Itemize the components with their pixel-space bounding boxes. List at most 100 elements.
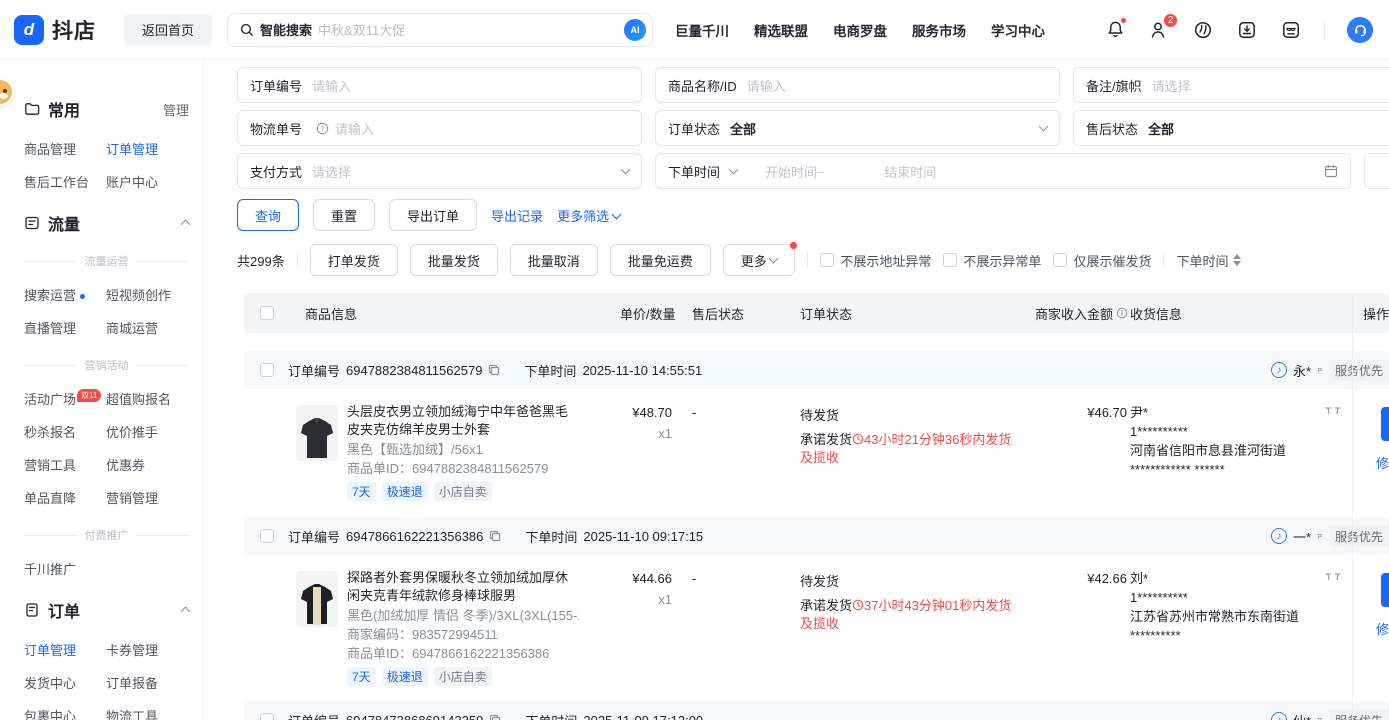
query-button[interactable]: 查询 bbox=[237, 199, 299, 231]
sidebar-item-card-coupon[interactable]: 卡券管理 bbox=[106, 640, 189, 659]
pay-method-select[interactable]: 支付方式请选择 bbox=[237, 153, 642, 189]
copy-icon[interactable] bbox=[489, 530, 501, 542]
reset-button[interactable]: 重置 bbox=[313, 199, 375, 231]
product-name-input[interactable]: 商品名称/ID请输入 bbox=[655, 67, 1060, 103]
only-urge-ship-checkbox[interactable]: 仅展示催发货 bbox=[1053, 251, 1151, 270]
order-checkbox[interactable] bbox=[260, 713, 274, 720]
nav-learn[interactable]: 学习中心 bbox=[991, 20, 1045, 40]
sidebar-item-mall-ops[interactable]: 商城运营 bbox=[106, 318, 189, 337]
tracking-no-input[interactable]: 物流单号 ? 请输入 bbox=[237, 110, 642, 146]
contacts-icon[interactable]: 2 bbox=[1148, 19, 1170, 41]
modify-address-link[interactable]: 修 bbox=[1376, 453, 1389, 472]
sidebar-item-marketing-tools[interactable]: 营销工具 bbox=[24, 455, 106, 474]
sidebar-item-logistics-tools[interactable]: 物流工具 bbox=[106, 706, 189, 720]
remark-flag-select[interactable]: 备注/旗帜请选择 bbox=[1073, 67, 1389, 103]
sidebar-item-price-promoter[interactable]: 优价推手 bbox=[106, 422, 189, 441]
unit-price: ¥44.66 bbox=[620, 571, 672, 586]
manage-link[interactable]: 管理 bbox=[163, 100, 189, 119]
buyer-name[interactable]: 永* bbox=[1293, 361, 1311, 380]
more-filters-link[interactable]: 更多筛选 bbox=[557, 206, 620, 225]
sidebar-item-single-discount[interactable]: 单品直降 bbox=[24, 488, 106, 507]
brand-logo[interactable]: d 抖店 bbox=[14, 15, 96, 45]
nav-luopan[interactable]: 电商罗盘 bbox=[833, 20, 887, 40]
order-status-select[interactable]: 订单状态全部 bbox=[655, 110, 1060, 146]
flag-icon[interactable] bbox=[1317, 530, 1323, 543]
copy-icon[interactable] bbox=[489, 714, 501, 720]
folder-icon bbox=[24, 101, 40, 117]
col-aftersale: 售后状态 bbox=[692, 293, 744, 333]
ai-search-button[interactable]: AI bbox=[624, 19, 646, 41]
privacy-glasses-icon[interactable] bbox=[1325, 407, 1341, 416]
sidebar-item-aftersale-workbench[interactable]: 售后工作台 bbox=[24, 172, 106, 191]
collapse-traffic[interactable] bbox=[182, 216, 189, 231]
sidebar-item-flash-sale[interactable]: 秒杀报名 bbox=[24, 422, 106, 441]
buyer-avatar-icon[interactable]: ♪ bbox=[1271, 712, 1287, 720]
copy-icon[interactable] bbox=[488, 364, 500, 376]
export-orders-button[interactable]: 导出订单 bbox=[389, 199, 477, 231]
back-home-button[interactable]: 返回首页 bbox=[124, 14, 212, 46]
product-title[interactable]: 头层皮衣男立领加绒海宁中年爸爸黑毛皮夹克仿绵羊皮男士外套 bbox=[347, 403, 579, 439]
export-log-link[interactable]: 导出记录 bbox=[491, 206, 543, 225]
batch-cancel-button[interactable]: 批量取消 bbox=[510, 244, 598, 276]
sidebar-item-marketing-manage[interactable]: 营销管理 bbox=[106, 488, 189, 507]
sidebar-item-ship-center[interactable]: 发货中心 bbox=[24, 673, 106, 692]
download-icon[interactable] bbox=[1236, 19, 1258, 41]
workbench-icon[interactable] bbox=[1280, 19, 1302, 41]
flag-icon[interactable] bbox=[1317, 714, 1323, 720]
nav-jingxuan[interactable]: 精选联盟 bbox=[754, 20, 808, 40]
order-checkbox[interactable] bbox=[260, 363, 274, 377]
hide-address-abnormal-checkbox[interactable]: 不展示地址异常 bbox=[820, 251, 931, 270]
sidebar-item-product-manage[interactable]: 商品管理 bbox=[24, 139, 106, 158]
nav-market[interactable]: 服务市场 bbox=[912, 20, 966, 40]
col-receiver: 收货信息 bbox=[1130, 293, 1182, 333]
service-center-icon[interactable] bbox=[1192, 19, 1214, 41]
sidebar-item-package-center[interactable]: 包裹中心 bbox=[24, 706, 106, 720]
buyer-name[interactable]: 仙* bbox=[1293, 711, 1311, 720]
nav-qianchuan[interactable]: 巨量千川 bbox=[675, 20, 729, 40]
buyer-avatar-icon[interactable]: ♪ bbox=[1271, 362, 1287, 378]
sidebar-item-order-manage-2[interactable]: 订单管理 bbox=[24, 640, 106, 659]
extra-filter-partial[interactable] bbox=[1364, 153, 1389, 189]
order-no-input[interactable]: 订单编号请输入 bbox=[237, 67, 642, 103]
product-title[interactable]: 探路者外套男保暖秋冬立领加绒加厚休闲夹克青年绒款修身棒球服男 bbox=[347, 569, 579, 605]
more-actions-button[interactable]: 更多 bbox=[723, 244, 796, 276]
select-all-checkbox[interactable] bbox=[260, 306, 274, 320]
batch-free-shipping-button[interactable]: 批量免运费 bbox=[610, 244, 711, 276]
sidebar-item-qianchuan-promo[interactable]: 千川推广 bbox=[24, 559, 106, 578]
col-income: 商家收入金额 bbox=[1035, 293, 1128, 333]
aftersale-status-select[interactable]: 售后状态全部 bbox=[1073, 110, 1389, 146]
product-image[interactable] bbox=[296, 571, 338, 627]
sort-by-order-time[interactable]: 下单时间 bbox=[1176, 251, 1241, 270]
privacy-glasses-icon[interactable] bbox=[1325, 573, 1341, 582]
section-title-common: 常用 bbox=[48, 97, 80, 121]
batch-ship-button[interactable]: 批量发货 bbox=[410, 244, 498, 276]
customer-service-avatar[interactable] bbox=[1347, 17, 1373, 43]
sidebar-item-activity-square[interactable]: 活动广场双11 bbox=[24, 389, 106, 408]
ship-button-partial[interactable] bbox=[1381, 573, 1389, 607]
contacts-badge: 2 bbox=[1163, 13, 1178, 28]
search-input[interactable]: 智能搜索 中秋&双11大促 AI bbox=[227, 13, 653, 47]
sidebar-item-super-value[interactable]: 超值购报名 bbox=[106, 389, 189, 408]
sidebar-item-search-ops[interactable]: 搜索运营 bbox=[24, 285, 106, 304]
order-time-range[interactable]: 下单时间 开始时间 – 结束时间 bbox=[655, 153, 1351, 189]
sidebar-item-order-manage[interactable]: 订单管理 bbox=[106, 139, 189, 158]
sidebar-item-order-report[interactable]: 订单报备 bbox=[106, 673, 189, 692]
print-ship-button[interactable]: 打单发货 bbox=[310, 244, 398, 276]
flag-icon[interactable] bbox=[1317, 364, 1323, 377]
product-image[interactable] bbox=[296, 405, 338, 461]
tag-self-sale: 小店自卖 bbox=[434, 667, 492, 686]
notification-bell-icon[interactable] bbox=[1104, 19, 1126, 41]
sidebar-item-coupons[interactable]: 优惠券 bbox=[106, 455, 189, 474]
order-checkbox[interactable] bbox=[260, 529, 274, 543]
modify-address-link[interactable]: 修 bbox=[1376, 619, 1389, 638]
traffic-icon bbox=[24, 215, 40, 231]
hide-abnormal-order-checkbox[interactable]: 不展示异常单 bbox=[943, 251, 1041, 270]
sidebar-item-account-center[interactable]: 账户中心 bbox=[106, 172, 189, 191]
buyer-name[interactable]: 一* bbox=[1293, 527, 1311, 546]
sidebar-item-live-manage[interactable]: 直播管理 bbox=[24, 318, 106, 337]
buyer-avatar-icon[interactable]: ♪ bbox=[1271, 528, 1287, 544]
ship-button-partial[interactable] bbox=[1381, 407, 1389, 441]
collapse-order[interactable] bbox=[182, 603, 189, 618]
sidebar-item-video-create[interactable]: 短视频创作 bbox=[106, 285, 189, 304]
search-placeholder: 中秋&双11大促 bbox=[318, 20, 624, 39]
